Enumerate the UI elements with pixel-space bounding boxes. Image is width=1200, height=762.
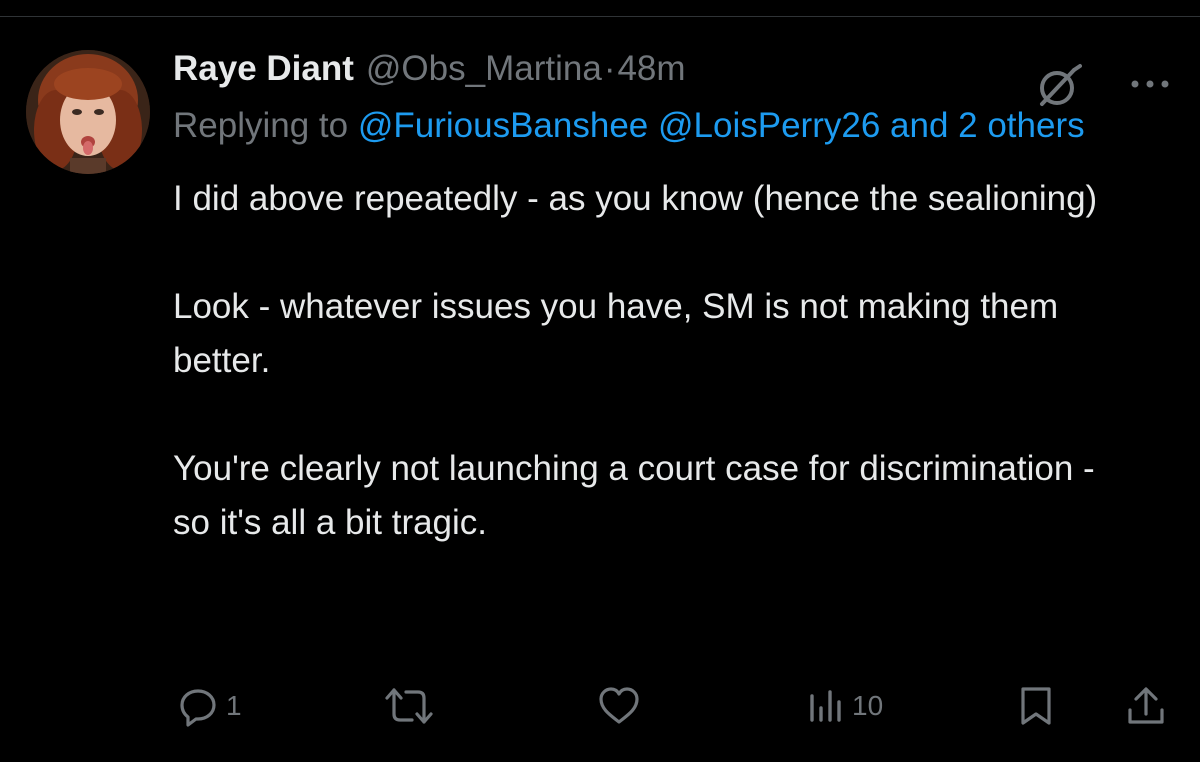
tweet-paragraph: You're clearly not launching a court cas… xyxy=(173,449,1095,542)
reply-button[interactable]: 1 xyxy=(176,681,242,731)
share-icon xyxy=(1128,687,1164,724)
tweet-paragraph: Look - whatever issues you have, SM is n… xyxy=(173,287,1059,380)
reply-count: 1 xyxy=(226,690,242,721)
bookmark-icon xyxy=(1021,687,1051,725)
mention-furiousbanshee[interactable]: @FuriousBanshee xyxy=(358,106,648,145)
share-button[interactable] xyxy=(1124,681,1168,731)
heart-icon xyxy=(599,687,639,724)
retweet-icon xyxy=(385,688,433,724)
like-button[interactable] xyxy=(596,681,648,731)
action-bar: 1 10 xyxy=(0,681,1200,731)
tweet-text: I did above repeatedly - as you know (he… xyxy=(173,172,1133,550)
replying-to: Replying to @FuriousBanshee @LoisPerry26… xyxy=(173,97,1133,155)
separator-dot: · xyxy=(603,49,616,88)
replying-to-label: Replying to xyxy=(173,106,349,145)
tweet-paragraph: I did above repeatedly - as you know (he… xyxy=(173,179,1098,218)
mention-loisperry26[interactable]: @LoisPerry26 xyxy=(658,106,880,145)
tweet-header: Raye Diant @Obs_Martina · 48m xyxy=(173,47,1133,91)
mention-others[interactable]: and 2 others xyxy=(890,106,1085,145)
tweet[interactable]: Raye Diant @Obs_Martina · 48m Replying t… xyxy=(0,17,1200,762)
bookmark-button[interactable] xyxy=(1016,681,1056,731)
avatar-image xyxy=(26,50,150,174)
views-chart-icon xyxy=(810,690,841,722)
views-button[interactable]: 10 xyxy=(806,681,883,731)
retweet-button[interactable] xyxy=(384,681,440,731)
tweet-content: Raye Diant @Obs_Martina · 48m Replying t… xyxy=(173,47,1133,550)
author-handle[interactable]: @Obs_Martina xyxy=(366,47,602,91)
author-name[interactable]: Raye Diant xyxy=(173,47,354,91)
avatar[interactable] xyxy=(26,50,150,174)
more-icon[interactable] xyxy=(1128,69,1172,99)
timestamp[interactable]: 48m xyxy=(617,47,685,91)
views-count: 10 xyxy=(852,690,884,721)
grok-icon[interactable] xyxy=(1034,63,1082,111)
reply-icon xyxy=(180,689,216,727)
